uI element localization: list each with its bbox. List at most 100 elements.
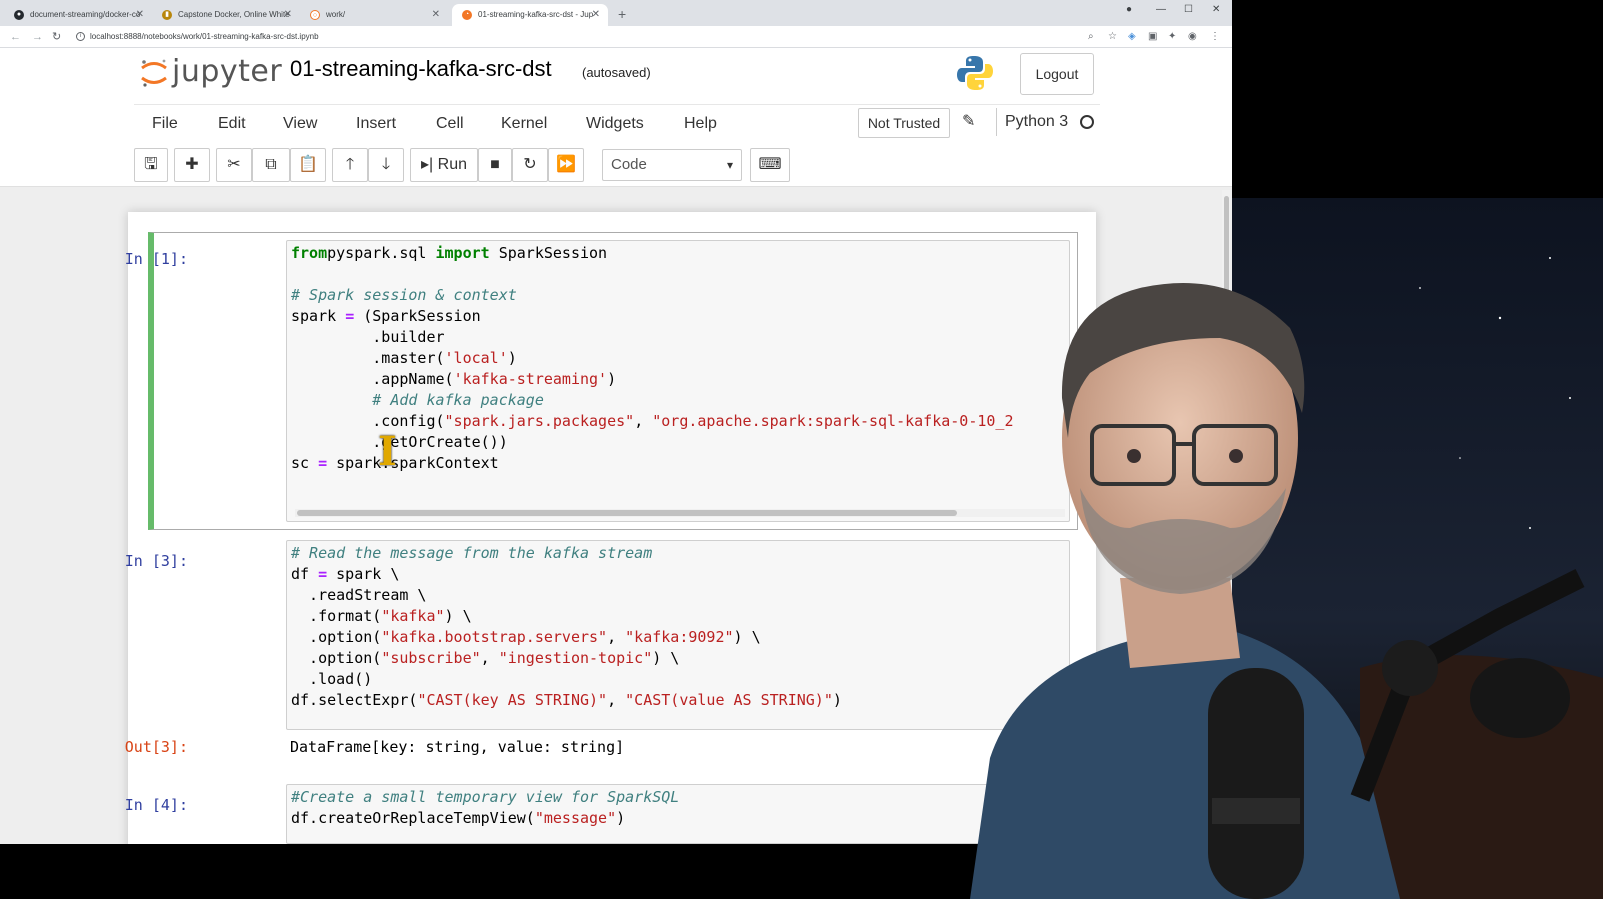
zoom-icon[interactable]: ⌕ <box>1088 30 1094 44</box>
close-tab-icon[interactable]: ✕ <box>284 4 292 26</box>
extension-icon[interactable]: ◈ <box>1128 30 1136 44</box>
code-line: spark = (SparkSession <box>291 306 481 327</box>
save-button[interactable]: 🖫 <box>134 148 168 182</box>
maximize-icon[interactable]: ☐ <box>1184 2 1193 18</box>
code-line: .option("subscribe", "ingestion-topic") … <box>291 648 679 669</box>
input-prompt: In [4]: <box>124 796 188 814</box>
restart-kernel-button[interactable]: ↻ <box>512 148 548 182</box>
pencil-icon[interactable]: ✎ <box>962 111 975 131</box>
code-token: .load() <box>291 670 373 688</box>
jupyter-brand: jupyter <box>172 54 283 89</box>
code-token: "subscribe" <box>381 649 481 667</box>
code-token: df <box>291 565 319 583</box>
code-token: spark \ <box>327 565 400 583</box>
presenter-video-frame <box>970 198 1603 899</box>
code-token: .config( <box>291 412 445 430</box>
close-tab-icon[interactable]: ✕ <box>592 4 600 26</box>
menu-edit[interactable]: Edit <box>218 115 246 133</box>
pocket-icon[interactable]: ▣ <box>1148 30 1157 44</box>
code-token: df.createOrReplaceTempView( <box>291 809 535 827</box>
site-info-icon[interactable]: i <box>76 32 85 41</box>
github-icon: ● <box>14 10 24 20</box>
bookmark-star-icon[interactable]: ☆ <box>1108 30 1117 44</box>
code-token: sc <box>291 454 319 472</box>
code-line: .master('local') <box>291 348 517 369</box>
copy-icon: ⧉ <box>265 156 277 173</box>
copy-button[interactable]: ⧉ <box>252 148 290 182</box>
code-token: # Read the message from the kafka stream <box>291 544 653 562</box>
code-token: .builder <box>291 328 445 346</box>
menu-widgets[interactable]: Widgets <box>586 115 644 133</box>
move-down-button[interactable]: 🡓 <box>368 148 404 182</box>
keyboard-icon: ⌨ <box>758 156 782 173</box>
paste-button[interactable]: 📋 <box>290 148 326 182</box>
jupyter-header: jupyter 01-streaming-kafka-src-dst (auto… <box>0 48 1232 104</box>
minimize-icon[interactable]: — <box>1156 2 1166 18</box>
cell-type-select[interactable]: Code ▾ <box>602 149 742 181</box>
menu-cell[interactable]: Cell <box>436 115 464 133</box>
menu-insert[interactable]: Insert <box>356 115 396 133</box>
back-arrow-icon[interactable]: ← <box>10 29 21 45</box>
refresh-icon: ↻ <box>523 156 537 173</box>
more-menu-icon[interactable]: ⋮ <box>1210 30 1220 44</box>
close-window-icon[interactable]: ✕ <box>1212 2 1220 18</box>
code-token: "CAST(value AS STRING)" <box>625 691 833 709</box>
code-token: .appName( <box>291 370 454 388</box>
floppy-disk-icon: 🖫 <box>144 156 158 173</box>
browser-tab-4[interactable]: ◔ 01-streaming-kafka-src-dst - Jup ✕ <box>452 4 608 26</box>
code-token: #Create a small temporary view for Spark… <box>291 788 680 806</box>
code-line: # Spark session & context <box>291 285 517 306</box>
kernel-idle-indicator-icon <box>1080 115 1094 129</box>
interrupt-kernel-button[interactable]: ■ <box>478 148 512 182</box>
close-tab-icon[interactable]: ✕ <box>432 4 440 26</box>
code-token: "CAST(key AS STRING)" <box>417 691 608 709</box>
code-token: .option( <box>291 649 382 667</box>
code-token: from <box>291 244 328 262</box>
code-line: frompyspark.sql import SparkSession <box>291 243 607 264</box>
url-input[interactable]: localhost:8888/notebooks/work/01-streami… <box>90 30 319 44</box>
jupyter-logo-icon <box>141 59 167 87</box>
code-token: .master( <box>291 349 445 367</box>
code-token: .getOrCreate()) <box>291 433 508 451</box>
move-up-button[interactable]: 🡑 <box>332 148 368 182</box>
kernel-name: Python 3 <box>996 108 1068 136</box>
notebook-title[interactable]: 01-streaming-kafka-src-dst <box>290 56 552 82</box>
cut-button[interactable]: ✂ <box>216 148 252 182</box>
insert-cell-button[interactable]: ✚ <box>174 148 210 182</box>
menu-help[interactable]: Help <box>684 115 717 133</box>
restart-run-all-button[interactable]: ⏩ <box>548 148 584 182</box>
close-tab-icon[interactable]: ✕ <box>136 4 144 26</box>
menu-file[interactable]: File <box>152 115 178 133</box>
profile-avatar-icon[interactable]: ◉ <box>1188 30 1197 44</box>
logout-button[interactable]: Logout <box>1020 53 1094 95</box>
horizontal-scrollbar-thumb[interactable] <box>297 510 957 516</box>
run-button[interactable]: ▸| Run <box>410 148 478 182</box>
menu-kernel[interactable]: Kernel <box>501 115 547 133</box>
run-label: Run <box>437 156 467 173</box>
trust-status-button[interactable]: Not Trusted <box>858 108 950 138</box>
code-token: # Add kafka package <box>291 391 544 409</box>
code-line: .builder <box>291 327 445 348</box>
cell-output: DataFrame[key: string, value: string] <box>290 738 625 756</box>
browser-tab-3[interactable]: ○ work/ ✕ <box>300 4 448 26</box>
code-line: .getOrCreate()) <box>291 432 508 453</box>
output-prompt: Out[3]: <box>124 738 188 756</box>
puzzle-extensions-icon[interactable]: ✦ <box>1168 30 1176 44</box>
menu-view[interactable]: View <box>283 115 317 133</box>
code-token: , <box>480 649 499 667</box>
arrow-down-icon: 🡓 <box>381 156 391 173</box>
reload-icon[interactable]: ↻ <box>52 29 61 45</box>
browser-tab-2[interactable]: ▮ Capstone Docker, Online White ✕ <box>152 4 300 26</box>
code-line: .readStream \ <box>291 585 426 606</box>
extension-record-icon[interactable]: ● <box>1126 2 1132 18</box>
forward-arrow-icon[interactable]: → <box>32 29 43 45</box>
code-token: spark.sparkContext <box>327 454 499 472</box>
code-token: "spark.jars.packages" <box>444 412 635 430</box>
new-tab-button[interactable]: + <box>618 4 626 24</box>
tab-title: Capstone Docker, Online White <box>178 10 290 19</box>
code-token: pyspark.sql <box>327 244 436 262</box>
jupyter-logo[interactable]: jupyter <box>140 54 282 94</box>
microphone <box>1208 668 1304 899</box>
command-palette-button[interactable]: ⌨ <box>750 148 790 182</box>
browser-tab-1[interactable]: ● document-streaming/docker-co ✕ <box>4 4 152 26</box>
